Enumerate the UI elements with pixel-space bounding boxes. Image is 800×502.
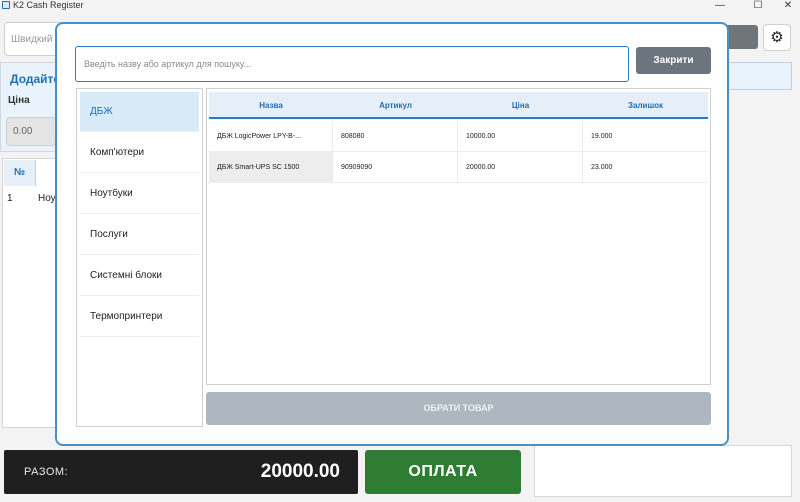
total-label: РАЗОМ: bbox=[24, 466, 69, 478]
category-item-system-units[interactable]: Системні блоки bbox=[80, 256, 199, 296]
table-row[interactable]: ДБЖ Smart-UPS SC 1500 90909090 20000.00 … bbox=[209, 152, 708, 183]
right-side-panel bbox=[534, 445, 792, 497]
products-table: Назва Артикул Ціна Залишок ДБЖ LogicPowe… bbox=[206, 88, 711, 385]
category-item-services[interactable]: Послуги bbox=[80, 215, 199, 255]
receipt-row-no: 1 bbox=[7, 193, 13, 204]
cell-name: ДБЖ Smart-UPS SC 1500 bbox=[209, 152, 333, 183]
category-list: ДБЖ Комп'ютери Ноутбуки Послуги Системні… bbox=[76, 88, 203, 427]
category-item-dbzh[interactable]: ДБЖ bbox=[80, 92, 199, 132]
product-search-dialog: Закрити ДБЖ Комп'ютери Ноутбуки Послуги … bbox=[55, 22, 729, 446]
total-value: 20000.00 bbox=[260, 461, 340, 482]
cell-stock: 23.000 bbox=[591, 164, 613, 171]
add-panel-title: Додайте bbox=[10, 72, 61, 86]
cell-article: 808080 bbox=[333, 121, 458, 152]
price-label: Ціна bbox=[8, 95, 30, 106]
category-item-computers[interactable]: Комп'ютери bbox=[80, 133, 199, 173]
receipt-col-no: № bbox=[4, 160, 36, 186]
close-window-button[interactable]: ✕ bbox=[777, 0, 799, 12]
product-search-input[interactable] bbox=[75, 46, 629, 82]
column-header-stock[interactable]: Залишок bbox=[583, 92, 708, 119]
close-dialog-button[interactable]: Закрити bbox=[636, 47, 711, 74]
column-header-article[interactable]: Артикул bbox=[333, 92, 458, 119]
category-item-thermal-printers[interactable]: Термопринтери bbox=[80, 297, 199, 337]
maximize-button[interactable]: ☐ bbox=[747, 0, 769, 12]
pay-button[interactable]: ОПЛАТА bbox=[365, 450, 521, 494]
cell-price: 20000.00 bbox=[458, 152, 583, 183]
minimize-button[interactable]: — bbox=[709, 0, 731, 12]
cell-price: 10000.00 bbox=[458, 121, 583, 152]
cell-stock: 19.000 bbox=[591, 133, 613, 140]
gear-icon: ⚙ bbox=[770, 29, 784, 46]
app-icon bbox=[2, 1, 10, 9]
category-item-laptops[interactable]: Ноутбуки bbox=[80, 174, 199, 214]
price-input[interactable]: 0.00 bbox=[6, 117, 56, 146]
cell-article: 90909090 bbox=[333, 152, 458, 183]
receipt-row-name: Ноу bbox=[38, 193, 56, 204]
window-title: K2 Cash Register bbox=[13, 0, 84, 10]
column-header-price[interactable]: Ціна bbox=[458, 92, 583, 119]
background-action-button[interactable] bbox=[724, 25, 758, 49]
select-product-button[interactable]: ОБРАТИ ТОВАР bbox=[206, 392, 711, 425]
title-bar: K2 Cash Register — ☐ ✕ bbox=[0, 0, 800, 12]
right-info-panel bbox=[728, 62, 792, 90]
settings-button[interactable]: ⚙ bbox=[763, 24, 791, 51]
table-header: Назва Артикул Ціна Залишок bbox=[209, 92, 708, 119]
cell-name: ДБЖ LogicPower LPY-B-... bbox=[209, 121, 333, 152]
total-bar: РАЗОМ: 20000.00 bbox=[4, 450, 358, 494]
table-row[interactable]: ДБЖ LogicPower LPY-B-... 808080 10000.00… bbox=[209, 121, 708, 152]
column-header-name[interactable]: Назва bbox=[209, 92, 333, 119]
